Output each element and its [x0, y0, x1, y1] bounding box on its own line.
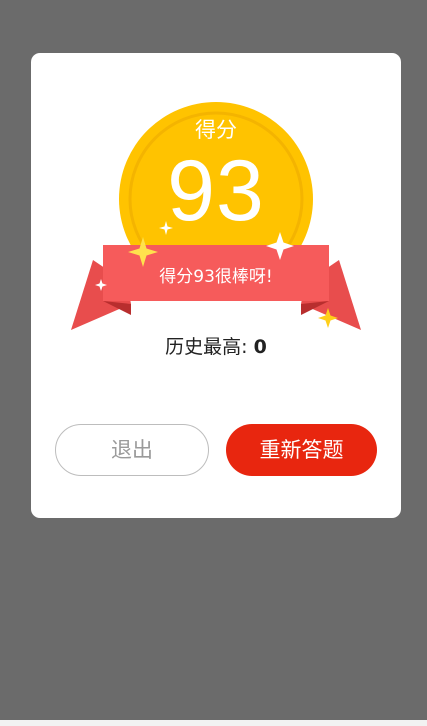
- result-dialog: 得分 93 得分93很棒呀! 历史最高: 0 退出 重新答题: [31, 53, 401, 518]
- score-label: 得分: [195, 118, 237, 142]
- exit-button[interactable]: 退出: [55, 424, 209, 476]
- bottom-strip: [0, 720, 427, 726]
- ribbon-message: 得分93很棒呀!: [159, 267, 273, 287]
- retry-button[interactable]: 重新答题: [226, 424, 377, 476]
- best-score-value: 0: [253, 336, 267, 358]
- best-score-row: 历史最高: 0: [31, 333, 401, 361]
- best-score-label: 历史最高:: [165, 336, 254, 358]
- score-value: 93: [167, 143, 265, 239]
